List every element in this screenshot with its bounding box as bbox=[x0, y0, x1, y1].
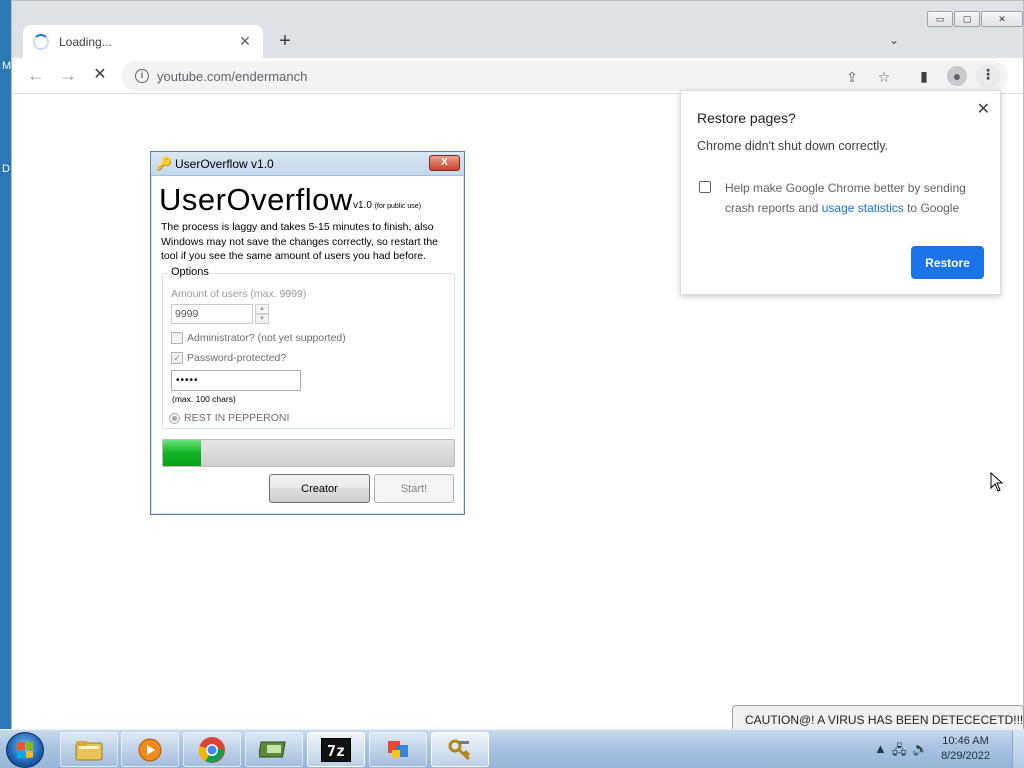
creator-button[interactable]: Creator bbox=[269, 474, 370, 503]
clock-date: 8/29/2022 bbox=[941, 750, 990, 762]
dialog-body: UserOverflow v1.0 (for public use) The p… bbox=[152, 177, 463, 513]
restore-pages-popup: Restore pages? ✕ Chrome didn't shut down… bbox=[680, 90, 1001, 295]
tab-loading[interactable]: Loading... ✕ bbox=[23, 25, 263, 58]
progress-fill bbox=[163, 440, 201, 466]
forward-arrow-icon[interactable]: → bbox=[58, 66, 78, 86]
password-input[interactable]: ••••• bbox=[171, 370, 301, 391]
app-key-icon: 🔑 bbox=[156, 156, 173, 171]
loading-spinner-icon bbox=[33, 33, 49, 50]
window-controls: ▭ ▢ ✕ bbox=[926, 11, 1023, 27]
maximize-button[interactable]: ▢ bbox=[954, 11, 980, 27]
tab-strip: Loading... ✕ + ⌄ ▭ ▢ ✕ bbox=[12, 1, 1023, 58]
restore-button[interactable]: Restore bbox=[911, 246, 984, 279]
admin-checkbox-row[interactable]: Administrator? (not yet supported) bbox=[171, 332, 346, 344]
spin-down-icon[interactable]: ▼ bbox=[255, 314, 269, 324]
windows-logo-icon bbox=[17, 741, 33, 759]
app-version: v1.0 (for public use) bbox=[353, 200, 421, 211]
amount-label: Amount of users (max. 9999) bbox=[171, 288, 307, 300]
taskbar-useroverflow[interactable] bbox=[431, 732, 489, 767]
useroverflow-dialog: 🔑 UserOverflow v1.0 X UserOverflow v1.0 … bbox=[150, 151, 465, 515]
volume-icon[interactable]: 🔈 bbox=[912, 741, 928, 757]
folder-icon bbox=[75, 740, 103, 760]
bookmark-star-icon[interactable]: ☆ bbox=[876, 69, 892, 85]
password-checkbox[interactable]: ✓ bbox=[171, 352, 183, 364]
pepperoni-radio[interactable] bbox=[169, 412, 180, 424]
desktop-icon-label: M bbox=[2, 60, 12, 72]
show-desktop-button[interactable] bbox=[1012, 730, 1024, 768]
network-icon[interactable]: 🖧 bbox=[892, 741, 907, 763]
clock[interactable]: 10:46 AM 8/29/2022 bbox=[941, 734, 990, 764]
close-window-button[interactable]: ✕ bbox=[981, 11, 1023, 27]
crash-report-checkbox[interactable] bbox=[699, 181, 711, 193]
app-name: UserOverflow bbox=[159, 182, 353, 217]
side-panel-icon[interactable]: ▮ bbox=[914, 66, 934, 86]
taskbar-office[interactable] bbox=[369, 732, 427, 767]
popup-title: Restore pages? bbox=[697, 110, 796, 126]
close-icon[interactable]: ✕ bbox=[977, 99, 990, 119]
help-text-post: to Google bbox=[903, 201, 960, 215]
caution-balloon[interactable]: CAUTION@! A VIRUS HAS BEEN DETECECETD!!! bbox=[732, 705, 1024, 731]
password-checkbox-row[interactable]: ✓ Password-protected? bbox=[171, 352, 286, 364]
taskbar-chrome[interactable] bbox=[183, 732, 241, 767]
admin-label: Administrator? (not yet supported) bbox=[187, 332, 346, 344]
share-icon[interactable]: ⇪ bbox=[844, 69, 860, 85]
back-arrow-icon[interactable]: ← bbox=[26, 66, 46, 86]
popup-message: Chrome didn't shut down correctly. bbox=[697, 139, 889, 153]
tab-close-icon[interactable]: ✕ bbox=[237, 33, 253, 50]
version-note: (for public use) bbox=[374, 203, 421, 210]
start-button[interactable] bbox=[6, 732, 44, 768]
show-hidden-icons-icon[interactable]: ▲ bbox=[874, 741, 887, 756]
spin-up-icon[interactable]: ▲ bbox=[255, 304, 269, 314]
chrome-menu-icon[interactable]: ⋮ bbox=[976, 64, 1000, 88]
max-chars-hint: (max. 100 chars) bbox=[172, 394, 236, 404]
taskbar-media-player[interactable] bbox=[121, 732, 179, 767]
minimize-button[interactable]: ▭ bbox=[927, 11, 953, 27]
options-group: Options Amount of users (max. 9999) 9999… bbox=[162, 266, 455, 429]
office-icon bbox=[388, 740, 408, 758]
pepperoni-radio-row[interactable]: REST IN PEPPERONI bbox=[169, 412, 289, 424]
key-icon bbox=[448, 739, 471, 760]
taskbar-network-tool[interactable] bbox=[245, 732, 303, 767]
password-label: Password-protected? bbox=[187, 352, 287, 364]
site-info-icon[interactable]: i bbox=[135, 69, 149, 83]
dialog-title: UserOverflow v1.0 bbox=[175, 157, 274, 171]
7zip-icon: 7z bbox=[321, 737, 351, 762]
tab-title: Loading... bbox=[59, 34, 112, 49]
stop-loading-icon[interactable]: ✕ bbox=[90, 66, 110, 86]
start-button[interactable]: Start! bbox=[374, 474, 454, 503]
app-description: The process is laggy and takes 5-15 minu… bbox=[161, 221, 439, 262]
version-number: v1.0 bbox=[353, 200, 372, 211]
desktop-icon-label: D bbox=[2, 163, 10, 175]
taskbar-explorer[interactable] bbox=[60, 732, 118, 767]
taskbar: 7z ▲ 🖧 🔈 10:46 AM 8/29/2022 bbox=[0, 729, 1024, 768]
profile-avatar-icon[interactable]: ● bbox=[947, 66, 967, 86]
crash-report-label: Help make Google Chrome better by sendin… bbox=[725, 178, 985, 218]
amount-spinner[interactable]: ▲ ▼ bbox=[255, 304, 269, 324]
system-tray: ▲ 🖧 🔈 10:46 AM 8/29/2022 bbox=[864, 730, 1024, 768]
pepperoni-label: REST IN PEPPERONI bbox=[184, 412, 290, 424]
options-legend: Options bbox=[169, 266, 211, 278]
progress-bar bbox=[162, 439, 455, 467]
dialog-close-button[interactable]: X bbox=[429, 155, 460, 171]
dialog-titlebar[interactable]: 🔑 UserOverflow v1.0 X bbox=[151, 152, 464, 176]
address-bar[interactable]: i youtube.com/endermanch ⇪ ☆ bbox=[122, 61, 1008, 91]
url-text[interactable]: youtube.com/endermanch bbox=[157, 69, 307, 84]
amount-input[interactable]: 9999 bbox=[171, 304, 253, 324]
admin-checkbox[interactable] bbox=[171, 332, 183, 344]
new-tab-button[interactable]: + bbox=[274, 31, 296, 53]
chrome-icon bbox=[198, 736, 225, 763]
taskbar-7zip[interactable]: 7z bbox=[307, 732, 365, 767]
mouse-cursor-icon bbox=[990, 472, 1004, 492]
clock-time: 10:46 AM bbox=[942, 735, 989, 747]
media-player-icon bbox=[138, 738, 162, 761]
toolbar: ← → ✕ i youtube.com/endermanch ⇪ ☆ ▮ ● ⋮ bbox=[12, 58, 1023, 94]
tab-search-icon[interactable]: ⌄ bbox=[889, 33, 905, 49]
usage-statistics-link[interactable]: usage statistics bbox=[822, 201, 904, 215]
network-tool-icon bbox=[259, 741, 286, 757]
